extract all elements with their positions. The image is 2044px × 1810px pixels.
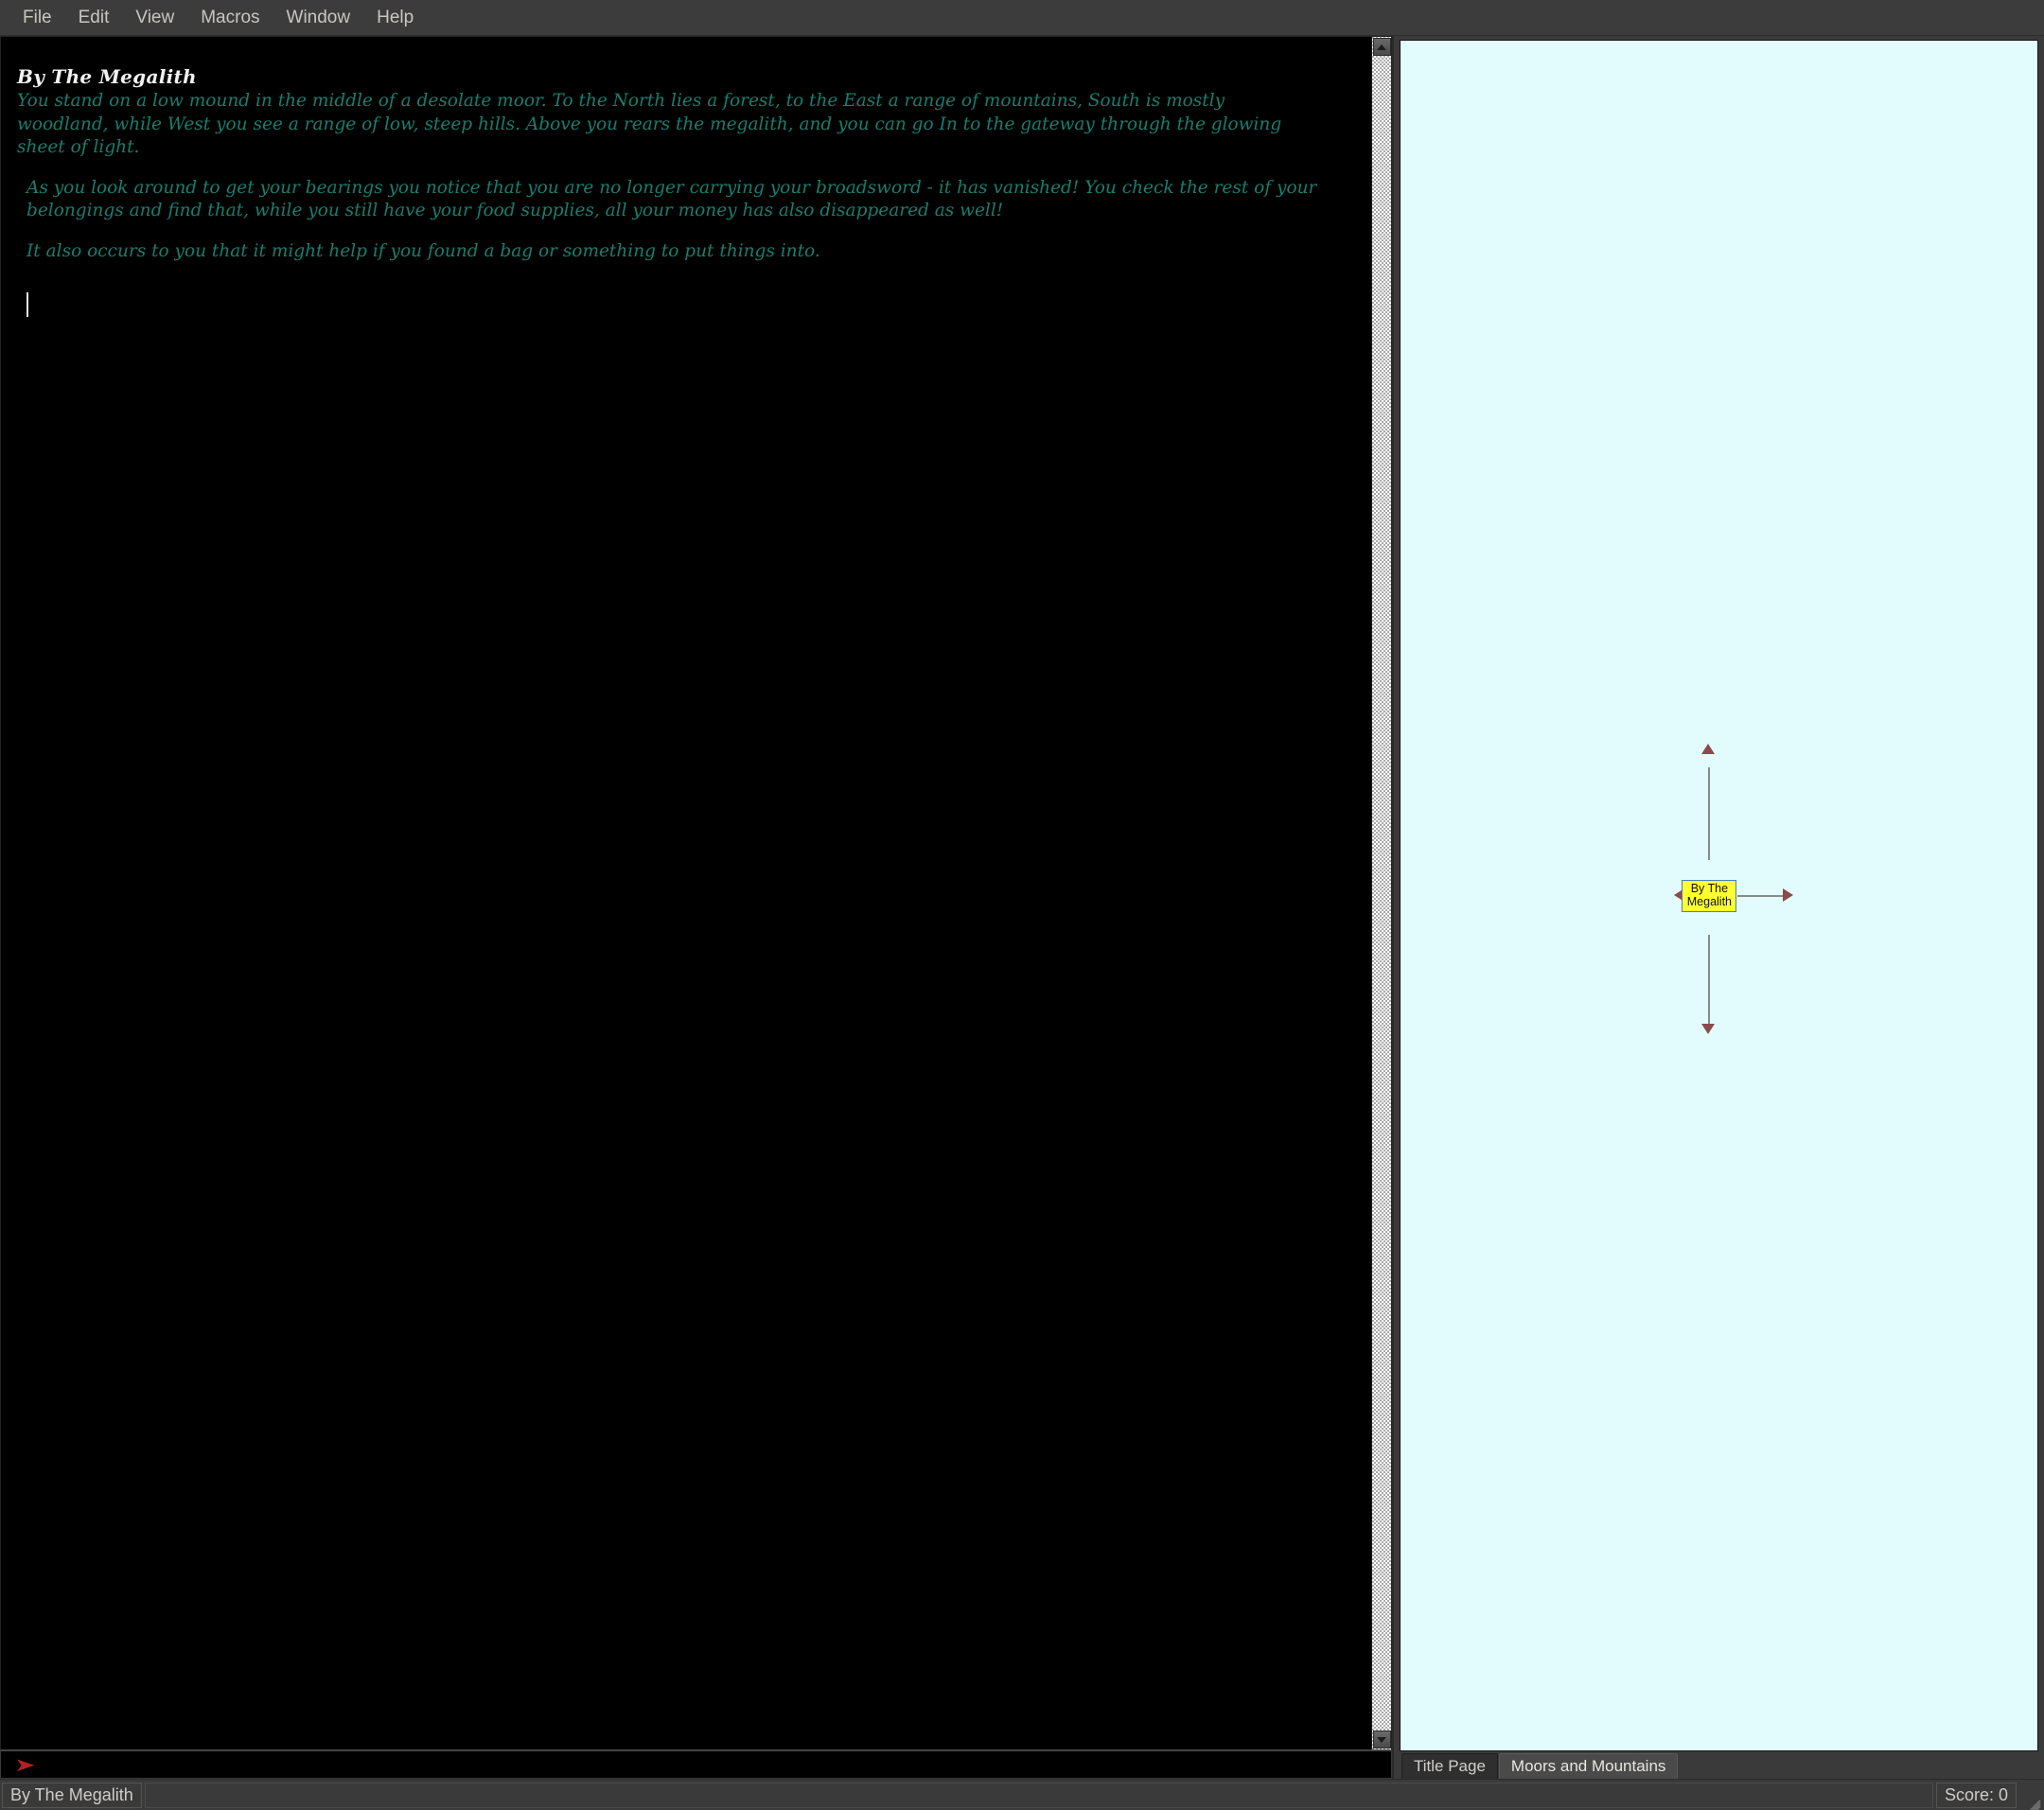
menu-item-edit[interactable]: Edit <box>65 5 123 30</box>
menu-item-help[interactable]: Help <box>363 5 427 30</box>
main-split: By The Megalith You stand on a low mound… <box>0 36 2044 1779</box>
story-pane: By The Megalith You stand on a low mound… <box>0 36 1394 1779</box>
status-message <box>145 1783 1933 1808</box>
map-tab-title-page[interactable]: Title Page <box>1401 1753 1498 1779</box>
menu-item-file[interactable]: File <box>9 5 65 30</box>
menu-bar: File Edit View Macros Window Help <box>0 0 2044 36</box>
story-scroll-area: By The Megalith You stand on a low mound… <box>0 36 1392 1749</box>
map-connection-north <box>1708 767 1710 860</box>
status-location: By The Megalith <box>2 1783 142 1808</box>
command-input[interactable] <box>30 1754 1391 1775</box>
scroll-up-icon[interactable] <box>1373 38 1391 56</box>
command-prompt-bar[interactable]: ➤ <box>0 1749 1392 1779</box>
status-score: Score: 0 <box>1936 1783 2017 1808</box>
room-title: By The Megalith <box>14 65 1356 88</box>
menu-item-view[interactable]: View <box>122 5 187 30</box>
map-room-label: By The Megalith <box>1683 883 1736 907</box>
map-pane: By The Megalith Title Page Moors and Mou… <box>1394 36 2044 1779</box>
map-arrow-east-icon <box>1783 888 1793 902</box>
map-connection-east <box>1737 895 1785 897</box>
story-paragraph-2: As you look around to get your bearings … <box>14 177 1320 223</box>
story-transcript: By The Megalith You stand on a low mound… <box>1 37 1371 1749</box>
map-tab-moors-and-mountains[interactable]: Moors and Mountains <box>1499 1753 1678 1779</box>
menu-item-macros[interactable]: Macros <box>187 5 273 30</box>
application-window: File Edit View Macros Window Help By The… <box>0 0 2044 1810</box>
map-canvas[interactable]: By The Megalith <box>1400 40 2038 1751</box>
story-paragraph-3: It also occurs to you that it might help… <box>14 240 1320 264</box>
story-vertical-scrollbar[interactable] <box>1371 37 1391 1749</box>
map-arrow-north-icon <box>1701 744 1715 754</box>
menu-item-window[interactable]: Window <box>273 5 364 30</box>
map-room-node[interactable]: By The Megalith <box>1682 880 1736 912</box>
text-caret <box>26 292 28 317</box>
map-arrow-south-icon <box>1701 1024 1715 1034</box>
prompt-arrow-icon: ➤ <box>14 1755 36 1774</box>
window-resize-grip[interactable] <box>2021 1784 2042 1805</box>
status-bar: By The Megalith Score: 0 <box>0 1779 2044 1810</box>
map-connection-south <box>1708 935 1710 1028</box>
scroll-down-icon[interactable] <box>1373 1731 1391 1748</box>
story-paragraph-1: You stand on a low mound in the middle o… <box>14 90 1320 160</box>
map-tab-bar: Title Page Moors and Mountains <box>1400 1751 2038 1779</box>
